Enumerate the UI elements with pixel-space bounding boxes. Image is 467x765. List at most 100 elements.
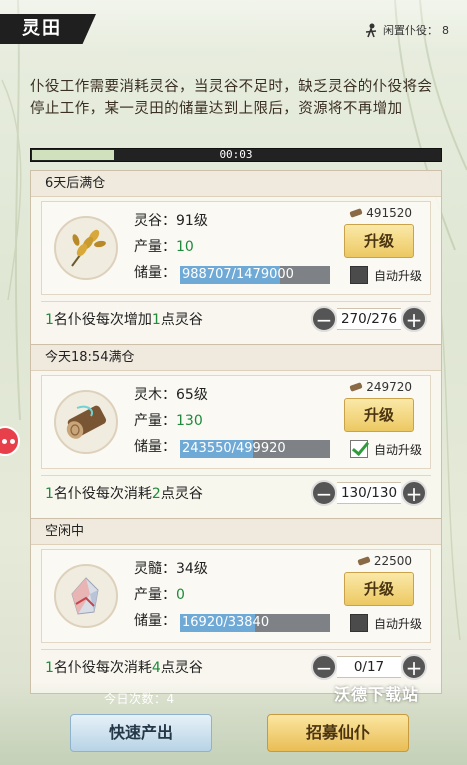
auto-upgrade-label: 自动升级: [373, 616, 422, 631]
worker-effect-text: 1名仆役每次增加1点灵谷: [45, 302, 203, 338]
watermark-text: 沃德下载站: [333, 685, 419, 704]
worker-count: 130/130: [337, 482, 401, 504]
auto-upgrade-label: 自动升级: [373, 442, 422, 457]
footer-prefix: 名仆役每次消耗: [53, 486, 152, 502]
footer-lead-number: 1: [45, 660, 54, 676]
resource-label: 灵谷：: [134, 213, 176, 229]
cost-value: 22500: [373, 554, 412, 568]
field-level: 91级: [176, 213, 208, 229]
upgrade-cost: 22500: [357, 554, 412, 568]
field-body: 灵髓：34级 产量：0 储量： 16920/33840 22500 升级 自动升…: [41, 549, 431, 643]
field-status: 今天18:54满仓: [31, 345, 441, 371]
cost-value: 491520: [366, 206, 412, 220]
field-level: 65级: [176, 387, 208, 403]
servant-icon: [365, 23, 377, 38]
footer-count: 4: [151, 660, 161, 676]
cost-value: 249720: [366, 380, 412, 394]
footer-suffix: 点灵谷: [160, 486, 203, 502]
auto-upgrade-checkbox[interactable]: [349, 440, 368, 458]
storage-label: 储量：: [134, 439, 176, 455]
field-panel-essence: 空闲中 灵髓：34级 产量：0 储量： 16920/33840 22500 升级: [30, 518, 442, 694]
wood-cost-icon: [350, 382, 363, 392]
field-status: 空闲中: [31, 519, 441, 545]
field-panel-wood: 今天18:54满仓 灵木：65级 产量：130 储量： 243550/49992…: [30, 344, 442, 520]
footer-prefix: 名仆役每次消耗: [53, 660, 152, 676]
fast-produce-button[interactable]: 快速产出: [70, 714, 212, 752]
footer-suffix: 点灵谷: [160, 660, 203, 676]
worker-stepper: − 0/17 +: [311, 654, 427, 680]
decrease-workers-button[interactable]: −: [311, 654, 337, 680]
header: 灵田 闲置仆役： 8: [0, 0, 467, 54]
output-value: 10: [176, 239, 194, 255]
auto-upgrade-toggle[interactable]: 自动升级: [349, 614, 422, 632]
auto-upgrade-checkbox[interactable]: [349, 614, 368, 632]
resource-label: 灵髓：: [134, 561, 176, 577]
increase-workers-button[interactable]: +: [401, 654, 427, 680]
storage-bar: 988707/1479000: [180, 266, 330, 284]
today-count: 今日次数：4: [104, 690, 175, 707]
field-footer: 1名仆役每次消耗2点灵谷 − 130/130 +: [41, 475, 431, 511]
worker-effect-text: 1名仆役每次消耗2点灵谷: [45, 476, 203, 512]
worker-stepper: − 270/276 +: [311, 306, 427, 332]
storage-value: 16920/33840: [182, 615, 270, 630]
field-body: 灵木：65级 产量：130 储量： 243550/499920 249720 升…: [41, 375, 431, 469]
auto-upgrade-checkbox[interactable]: [349, 266, 368, 284]
field-footer: 1名仆役每次消耗4点灵谷 − 0/17 +: [41, 649, 431, 685]
recruit-servant-button[interactable]: 招募仙仆: [267, 714, 409, 752]
page-title: 灵田: [0, 14, 96, 44]
timer-text: 00:03: [219, 148, 253, 161]
idle-count: 8: [442, 23, 449, 37]
footer-lead-number: 1: [45, 486, 54, 502]
output-value: 0: [176, 587, 185, 603]
production-timer-bar: 00:03: [30, 148, 442, 162]
output-label: 产量：: [134, 413, 176, 429]
upgrade-button[interactable]: 升级: [344, 398, 414, 432]
chat-bubble-icon[interactable]: [0, 426, 20, 456]
resource-label: 灵木：: [134, 387, 176, 403]
wheat-icon: [54, 216, 118, 280]
worker-count: 270/276: [337, 308, 401, 330]
storage-value: 988707/1479000: [182, 267, 294, 282]
decrease-workers-button[interactable]: −: [311, 306, 337, 332]
wood-cost-icon: [350, 208, 363, 218]
upgrade-cost: 491520: [349, 206, 412, 220]
field-panel-grain: 6天后满仓 灵谷：91级 产量：10 储量： 988707/1479000 49…: [30, 170, 442, 346]
upgrade-button[interactable]: 升级: [344, 224, 414, 258]
output-label: 产量：: [134, 587, 176, 603]
wood-cost-icon: [357, 556, 370, 566]
field-status: 6天后满仓: [31, 171, 441, 197]
today-value: 4: [166, 692, 175, 706]
storage-bar: 16920/33840: [180, 614, 330, 632]
increase-workers-button[interactable]: +: [401, 306, 427, 332]
crystal-icon: [54, 564, 118, 628]
storage-bar: 243550/499920: [180, 440, 330, 458]
output-value: 130: [176, 413, 203, 429]
upgrade-cost: 249720: [349, 380, 412, 394]
field-body: 灵谷：91级 产量：10 储量： 988707/1479000 491520 升…: [41, 201, 431, 295]
footer-count: 1: [151, 312, 161, 328]
output-label: 产量：: [134, 239, 176, 255]
wood-log-icon: [54, 390, 118, 454]
upgrade-button[interactable]: 升级: [344, 572, 414, 606]
idle-servants: 闲置仆役： 8: [363, 22, 449, 38]
increase-workers-button[interactable]: +: [401, 480, 427, 506]
today-label: 今日次数：: [104, 692, 167, 706]
decrease-workers-button[interactable]: −: [311, 480, 337, 506]
intro-text: 仆役工作需要消耗灵谷，当灵谷不足时，缺乏灵谷的仆役将会停止工作，某一灵田的储量达…: [30, 79, 433, 117]
footer-suffix: 点灵谷: [160, 312, 203, 328]
storage-label: 储量：: [134, 265, 176, 281]
auto-upgrade-toggle[interactable]: 自动升级: [349, 440, 422, 458]
auto-upgrade-label: 自动升级: [373, 268, 422, 283]
field-footer: 1名仆役每次增加1点灵谷 − 270/276 +: [41, 301, 431, 337]
worker-effect-text: 1名仆役每次消耗4点灵谷: [45, 650, 203, 686]
idle-label: 闲置仆役：: [383, 24, 438, 37]
worker-count: 0/17: [337, 656, 401, 678]
footer-count: 2: [151, 486, 161, 502]
auto-upgrade-toggle[interactable]: 自动升级: [349, 266, 422, 284]
field-level: 34级: [176, 561, 208, 577]
footer-lead-number: 1: [45, 312, 54, 328]
storage-value: 243550/499920: [182, 441, 286, 456]
storage-label: 储量：: [134, 613, 176, 629]
worker-stepper: − 130/130 +: [311, 480, 427, 506]
footer-prefix: 名仆役每次增加: [53, 312, 152, 328]
